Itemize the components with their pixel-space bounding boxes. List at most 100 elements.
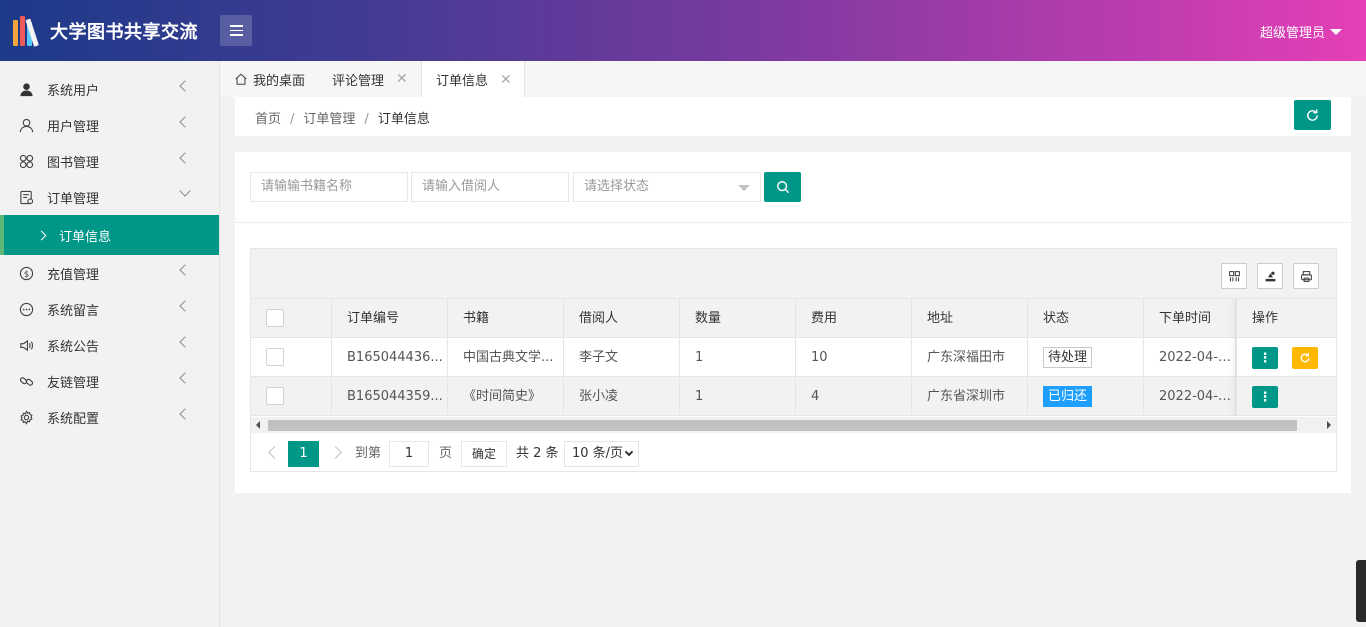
admin-user-label: 超级管理员 bbox=[1259, 26, 1325, 41]
refresh-icon bbox=[1300, 353, 1310, 363]
row-checkbox[interactable] bbox=[266, 387, 284, 405]
sidebar-item-links[interactable]: 友链管理 bbox=[0, 363, 219, 399]
more-actions-button[interactable]: ⋮ bbox=[1252, 386, 1278, 408]
table-header-row: 订单编号 书籍 借阅人 数量 费用 地址 状态 下单时间 bbox=[251, 299, 1336, 338]
top-header: 大学图书共享交流 超级管理员 bbox=[0, 0, 1366, 61]
total-count: 共 2 条 bbox=[516, 446, 559, 461]
breadcrumb-order-mgmt[interactable]: 订单管理 bbox=[303, 112, 355, 127]
status-select[interactable]: 请选择状态 bbox=[573, 172, 761, 202]
sidebar-item-system-config[interactable]: 系统配置 bbox=[0, 399, 219, 435]
sidebar-item-system-users[interactable]: 系统用户 bbox=[0, 71, 219, 107]
next-page-icon[interactable] bbox=[329, 446, 342, 459]
prev-page-icon[interactable] bbox=[268, 446, 281, 459]
page-size-select[interactable]: 10 条/页 bbox=[564, 441, 639, 467]
sidebar-item-recharge-mgmt[interactable]: $ 充值管理 bbox=[0, 255, 219, 291]
col-fee[interactable]: 费用 bbox=[796, 299, 912, 338]
status-badge: 已归还 bbox=[1043, 386, 1093, 407]
chevron-left-icon bbox=[179, 336, 191, 348]
horizontal-scrollbar[interactable] bbox=[251, 417, 1336, 433]
table-row[interactable]: B165044436... 中国古典文学... 李子文 1 10 广东深福田市 … bbox=[251, 338, 1336, 377]
select-all-checkbox[interactable] bbox=[266, 309, 284, 327]
row-checkbox[interactable] bbox=[266, 348, 284, 366]
chat-icon bbox=[18, 301, 34, 317]
admin-user-menu[interactable]: 超级管理员 bbox=[1260, 22, 1342, 41]
col-qty[interactable]: 数量 bbox=[680, 299, 796, 338]
close-icon[interactable]: ✕ bbox=[396, 71, 408, 87]
cell-address: 广东省深圳市 bbox=[912, 377, 1028, 416]
cell-book: 中国古典文学... bbox=[448, 338, 564, 377]
columns-filter-button[interactable] bbox=[1221, 263, 1247, 289]
cell-qty: 1 bbox=[680, 377, 796, 416]
cell-order-no: B165044436... bbox=[332, 338, 448, 377]
table-body: 订单编号 书籍 借阅人 数量 费用 地址 状态 下单时间 B165044436.… bbox=[251, 299, 1336, 417]
cell-borrower: 李子文 bbox=[564, 338, 680, 377]
col-time[interactable]: 下单时间 bbox=[1144, 299, 1236, 338]
chevron-left-icon bbox=[179, 372, 191, 384]
sidebar-subitem-order-info[interactable]: 订单信息 bbox=[0, 215, 219, 255]
refresh-icon bbox=[1307, 108, 1318, 121]
printer-icon bbox=[1300, 270, 1312, 282]
breadcrumb-home[interactable]: 首页 bbox=[255, 112, 281, 127]
user-filled-icon bbox=[18, 81, 34, 97]
chevron-left-icon bbox=[179, 80, 191, 92]
tab-bar: 我的桌面 评论管理 ✕ 订单信息 ✕ bbox=[220, 61, 1366, 98]
modules-icon bbox=[18, 153, 34, 169]
gear-icon bbox=[18, 409, 34, 425]
sidebar: 系统用户 用户管理 图书管理 订单管理 订单信息 $ 充值管理 系统留言 系统公… bbox=[0, 61, 220, 627]
divider bbox=[235, 222, 1351, 223]
side-widget[interactable] bbox=[1356, 560, 1366, 622]
chevron-left-icon bbox=[179, 152, 191, 164]
chevron-left-icon bbox=[179, 408, 191, 420]
book-name-input[interactable]: 请输输书籍名称 bbox=[250, 172, 408, 202]
tab-my-desktop[interactable]: 我的桌面 bbox=[234, 61, 305, 97]
more-vertical-icon: ⋮ bbox=[1258, 350, 1272, 366]
cell-address: 广东深福田市 bbox=[912, 338, 1028, 377]
scroll-left-icon[interactable] bbox=[256, 421, 260, 429]
table-toolbar bbox=[251, 249, 1336, 299]
sidebar-item-order-mgmt[interactable]: 订单管理 bbox=[0, 179, 219, 215]
menu-toggle-button[interactable] bbox=[220, 15, 252, 46]
breadcrumb-bar: 首页 / 订单管理 / 订单信息 bbox=[235, 97, 1351, 137]
speaker-icon bbox=[18, 337, 34, 353]
export-button[interactable] bbox=[1257, 263, 1283, 289]
table-row[interactable]: B165044359... 《时间简史》 张小凌 1 4 广东省深圳市 已归还 … bbox=[251, 377, 1336, 416]
status-badge: 待处理 bbox=[1043, 347, 1093, 368]
cell-time: 2022-04-20 1... bbox=[1144, 338, 1236, 377]
tab-comment-mgmt[interactable]: 评论管理 ✕ bbox=[332, 61, 408, 97]
cell-qty: 1 bbox=[680, 338, 796, 377]
col-order-no[interactable]: 订单编号 bbox=[332, 299, 448, 338]
chevron-down-icon bbox=[624, 447, 634, 457]
more-actions-button[interactable]: ⋮ bbox=[1252, 347, 1278, 369]
col-borrower[interactable]: 借阅人 bbox=[564, 299, 680, 338]
sidebar-item-user-mgmt[interactable]: 用户管理 bbox=[0, 107, 219, 143]
col-status[interactable]: 状态 bbox=[1028, 299, 1144, 338]
sidebar-item-announcements[interactable]: 系统公告 bbox=[0, 327, 219, 363]
process-order-button[interactable] bbox=[1292, 347, 1318, 369]
print-button[interactable] bbox=[1293, 263, 1319, 289]
page-refresh-button[interactable] bbox=[1294, 100, 1331, 130]
goto-page-input[interactable]: 1 bbox=[389, 441, 429, 467]
user-icon bbox=[18, 117, 34, 133]
search-button[interactable] bbox=[764, 172, 801, 202]
goto-confirm-button[interactable]: 确定 bbox=[461, 441, 507, 467]
order-table: 订单编号 书籍 借阅人 数量 费用 地址 状态 下单时间 B165044436.… bbox=[250, 248, 1337, 472]
more-vertical-icon: ⋮ bbox=[1258, 389, 1272, 405]
cell-borrower: 张小凌 bbox=[564, 377, 680, 416]
sidebar-item-messages[interactable]: 系统留言 bbox=[0, 291, 219, 327]
app-title: 大学图书共享交流 bbox=[50, 22, 198, 43]
goto-label: 到第 bbox=[355, 446, 382, 461]
col-book[interactable]: 书籍 bbox=[448, 299, 564, 338]
tab-order-info[interactable]: 订单信息 ✕ bbox=[421, 61, 525, 98]
breadcrumb: 首页 / 订单管理 / 订单信息 bbox=[255, 112, 430, 127]
cell-fee: 4 bbox=[796, 377, 912, 416]
chevron-down-icon bbox=[179, 185, 191, 197]
scrollbar-thumb[interactable] bbox=[268, 420, 1297, 431]
scroll-right-icon[interactable] bbox=[1327, 421, 1331, 429]
borrower-input[interactable]: 请输入借阅人 bbox=[411, 172, 569, 202]
col-address[interactable]: 地址 bbox=[912, 299, 1028, 338]
page-current[interactable]: 1 bbox=[288, 441, 319, 467]
sidebar-item-book-mgmt[interactable]: 图书管理 bbox=[0, 143, 219, 179]
order-icon bbox=[18, 189, 34, 205]
close-icon[interactable]: ✕ bbox=[500, 72, 512, 88]
col-actions: 操作 bbox=[1236, 299, 1336, 338]
